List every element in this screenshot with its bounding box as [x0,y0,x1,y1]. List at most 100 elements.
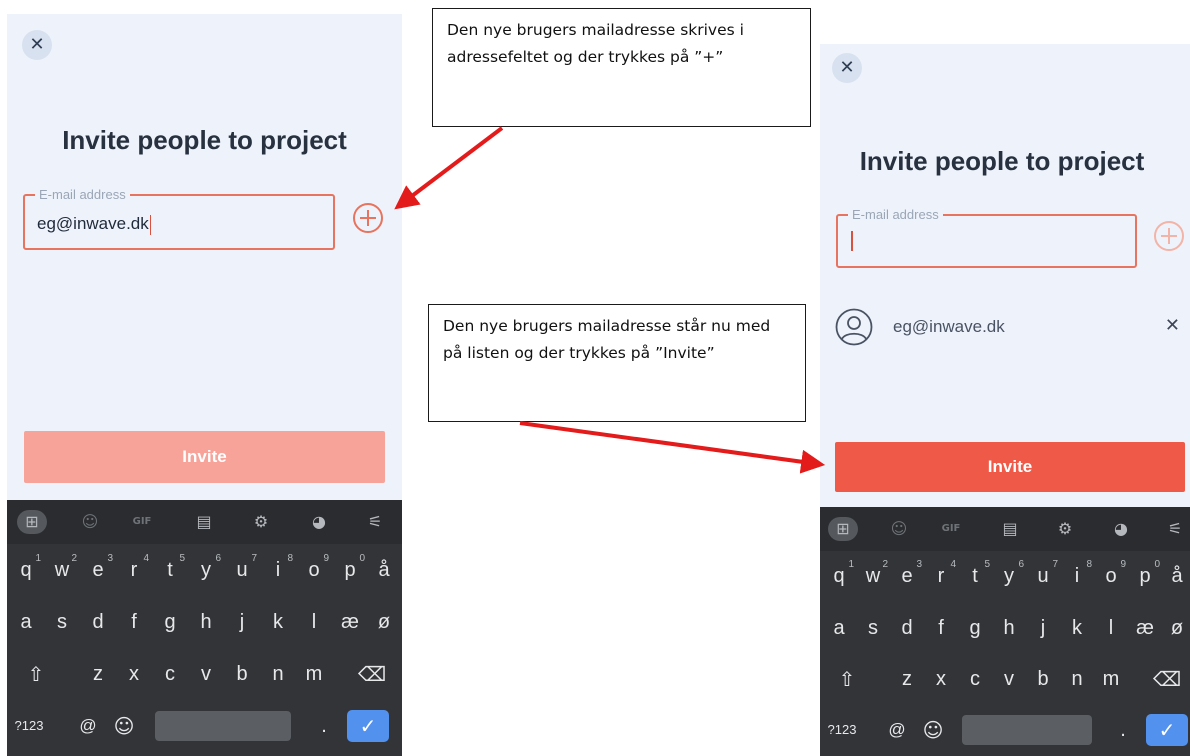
key-l[interactable]: l [1094,602,1128,654]
key-t[interactable]: t5 [153,544,187,596]
gif-icon[interactable]: GIF [129,510,155,534]
invite-button[interactable]: Invite [24,431,385,483]
key-i[interactable]: i8 [261,544,295,596]
key-e[interactable]: e3 [890,550,924,602]
settings-gear-icon[interactable]: ⚙ [1052,517,1078,541]
key-r[interactable]: r4 [117,544,151,596]
key-c[interactable]: c [153,648,187,700]
close-icon[interactable]: ✕ [22,30,52,60]
sticker-icon[interactable]: ☺ [77,510,103,534]
theme-palette-icon[interactable]: ◕ [1108,517,1134,541]
close-icon[interactable]: ✕ [832,53,862,83]
key-q[interactable]: q1 [822,550,856,602]
backspace-icon[interactable]: ⌫ [1150,653,1184,705]
key-m[interactable]: m [297,648,331,700]
key-b[interactable]: b [1026,653,1060,705]
key-aa[interactable]: å [367,544,401,596]
shift-icon[interactable]: ⇧ [830,653,864,705]
mic-off-icon[interactable]: ⚟ [362,510,388,534]
key-e[interactable]: e3 [81,544,115,596]
user-avatar-icon [835,308,873,346]
period-key[interactable]: . [307,700,341,752]
emoji-icon[interactable]: ☺ [916,704,950,756]
key-u[interactable]: u7 [1026,550,1060,602]
spacebar[interactable] [962,715,1092,745]
settings-gear-icon[interactable]: ⚙ [248,510,274,534]
key-k[interactable]: k [1060,602,1094,654]
key-w[interactable]: w2 [45,544,79,596]
mic-off-icon[interactable]: ⚟ [1162,517,1188,541]
key-o[interactable]: o9 [1094,550,1128,602]
gif-icon[interactable]: GIF [938,517,964,541]
key-j[interactable]: j [225,596,259,648]
key-h[interactable]: h [189,596,223,648]
key-ae[interactable]: æ [1128,602,1162,654]
key-g[interactable]: g [958,602,992,654]
remove-entry-close-icon[interactable]: ✕ [1165,315,1180,336]
key-y[interactable]: y6 [189,544,223,596]
key-a[interactable]: a [9,596,43,648]
period-key[interactable]: . [1106,704,1140,756]
email-field[interactable]: E-mail address [836,207,1137,268]
key-r[interactable]: r4 [924,550,958,602]
key-u[interactable]: u7 [225,544,259,596]
key-m[interactable]: m [1094,653,1128,705]
key-l[interactable]: l [297,596,331,648]
key-i[interactable]: i8 [1060,550,1094,602]
key-s[interactable]: s [45,596,79,648]
backspace-icon[interactable]: ⌫ [355,648,389,700]
key-n[interactable]: n [261,648,295,700]
invite-button[interactable]: Invite [835,442,1185,492]
key-aa[interactable]: å [1160,550,1190,602]
at-key[interactable]: @ [880,704,914,756]
key-f[interactable]: f [924,602,958,654]
key-n[interactable]: n [1060,653,1094,705]
key-z[interactable]: z [81,648,115,700]
key-oe[interactable]: ø [367,596,401,648]
key-b[interactable]: b [225,648,259,700]
key-a[interactable]: a [822,602,856,654]
key-j[interactable]: j [1026,602,1060,654]
key-x[interactable]: x [924,653,958,705]
key-oe[interactable]: ø [1160,602,1190,654]
key-g[interactable]: g [153,596,187,648]
clipboard-icon[interactable]: ▤ [997,517,1023,541]
key-h[interactable]: h [992,602,1026,654]
enter-check-icon[interactable]: ✓ [347,710,389,742]
keyboard-toolbar: ⊞ ☺ GIF ▤ ⚙ ◕ ⚟ [7,500,402,544]
keyboard-row-4: ?123 @ ☺ . ✓ [7,700,402,752]
add-email-plus-icon[interactable] [353,203,383,233]
symbols-key[interactable]: ?123 [822,704,862,756]
key-d[interactable]: d [890,602,924,654]
shift-icon[interactable]: ⇧ [19,648,53,700]
key-p[interactable]: p0 [1128,550,1162,602]
key-v[interactable]: v [189,648,223,700]
key-t[interactable]: t5 [958,550,992,602]
key-v[interactable]: v [992,653,1026,705]
key-o[interactable]: o9 [297,544,331,596]
key-w[interactable]: w2 [856,550,890,602]
spacebar[interactable] [155,711,291,741]
key-y[interactable]: y6 [992,550,1026,602]
sticker-icon[interactable]: ☺ [886,517,912,541]
key-ae[interactable]: æ [333,596,367,648]
key-q[interactable]: q1 [9,544,43,596]
symbols-key[interactable]: ?123 [9,700,49,752]
add-email-plus-icon[interactable] [1154,221,1184,251]
key-c[interactable]: c [958,653,992,705]
enter-check-icon[interactable]: ✓ [1146,714,1188,746]
key-z[interactable]: z [890,653,924,705]
apps-grid-icon[interactable]: ⊞ [828,517,858,541]
key-s[interactable]: s [856,602,890,654]
key-d[interactable]: d [81,596,115,648]
key-x[interactable]: x [117,648,151,700]
apps-grid-icon[interactable]: ⊞ [17,510,47,534]
at-key[interactable]: @ [71,700,105,752]
emoji-icon[interactable]: ☺ [107,700,141,752]
clipboard-icon[interactable]: ▤ [191,510,217,534]
key-p[interactable]: p0 [333,544,367,596]
key-f[interactable]: f [117,596,151,648]
theme-palette-icon[interactable]: ◕ [306,510,332,534]
email-field[interactable]: E-mail address eg@inwave.dk [23,187,335,250]
key-k[interactable]: k [261,596,295,648]
